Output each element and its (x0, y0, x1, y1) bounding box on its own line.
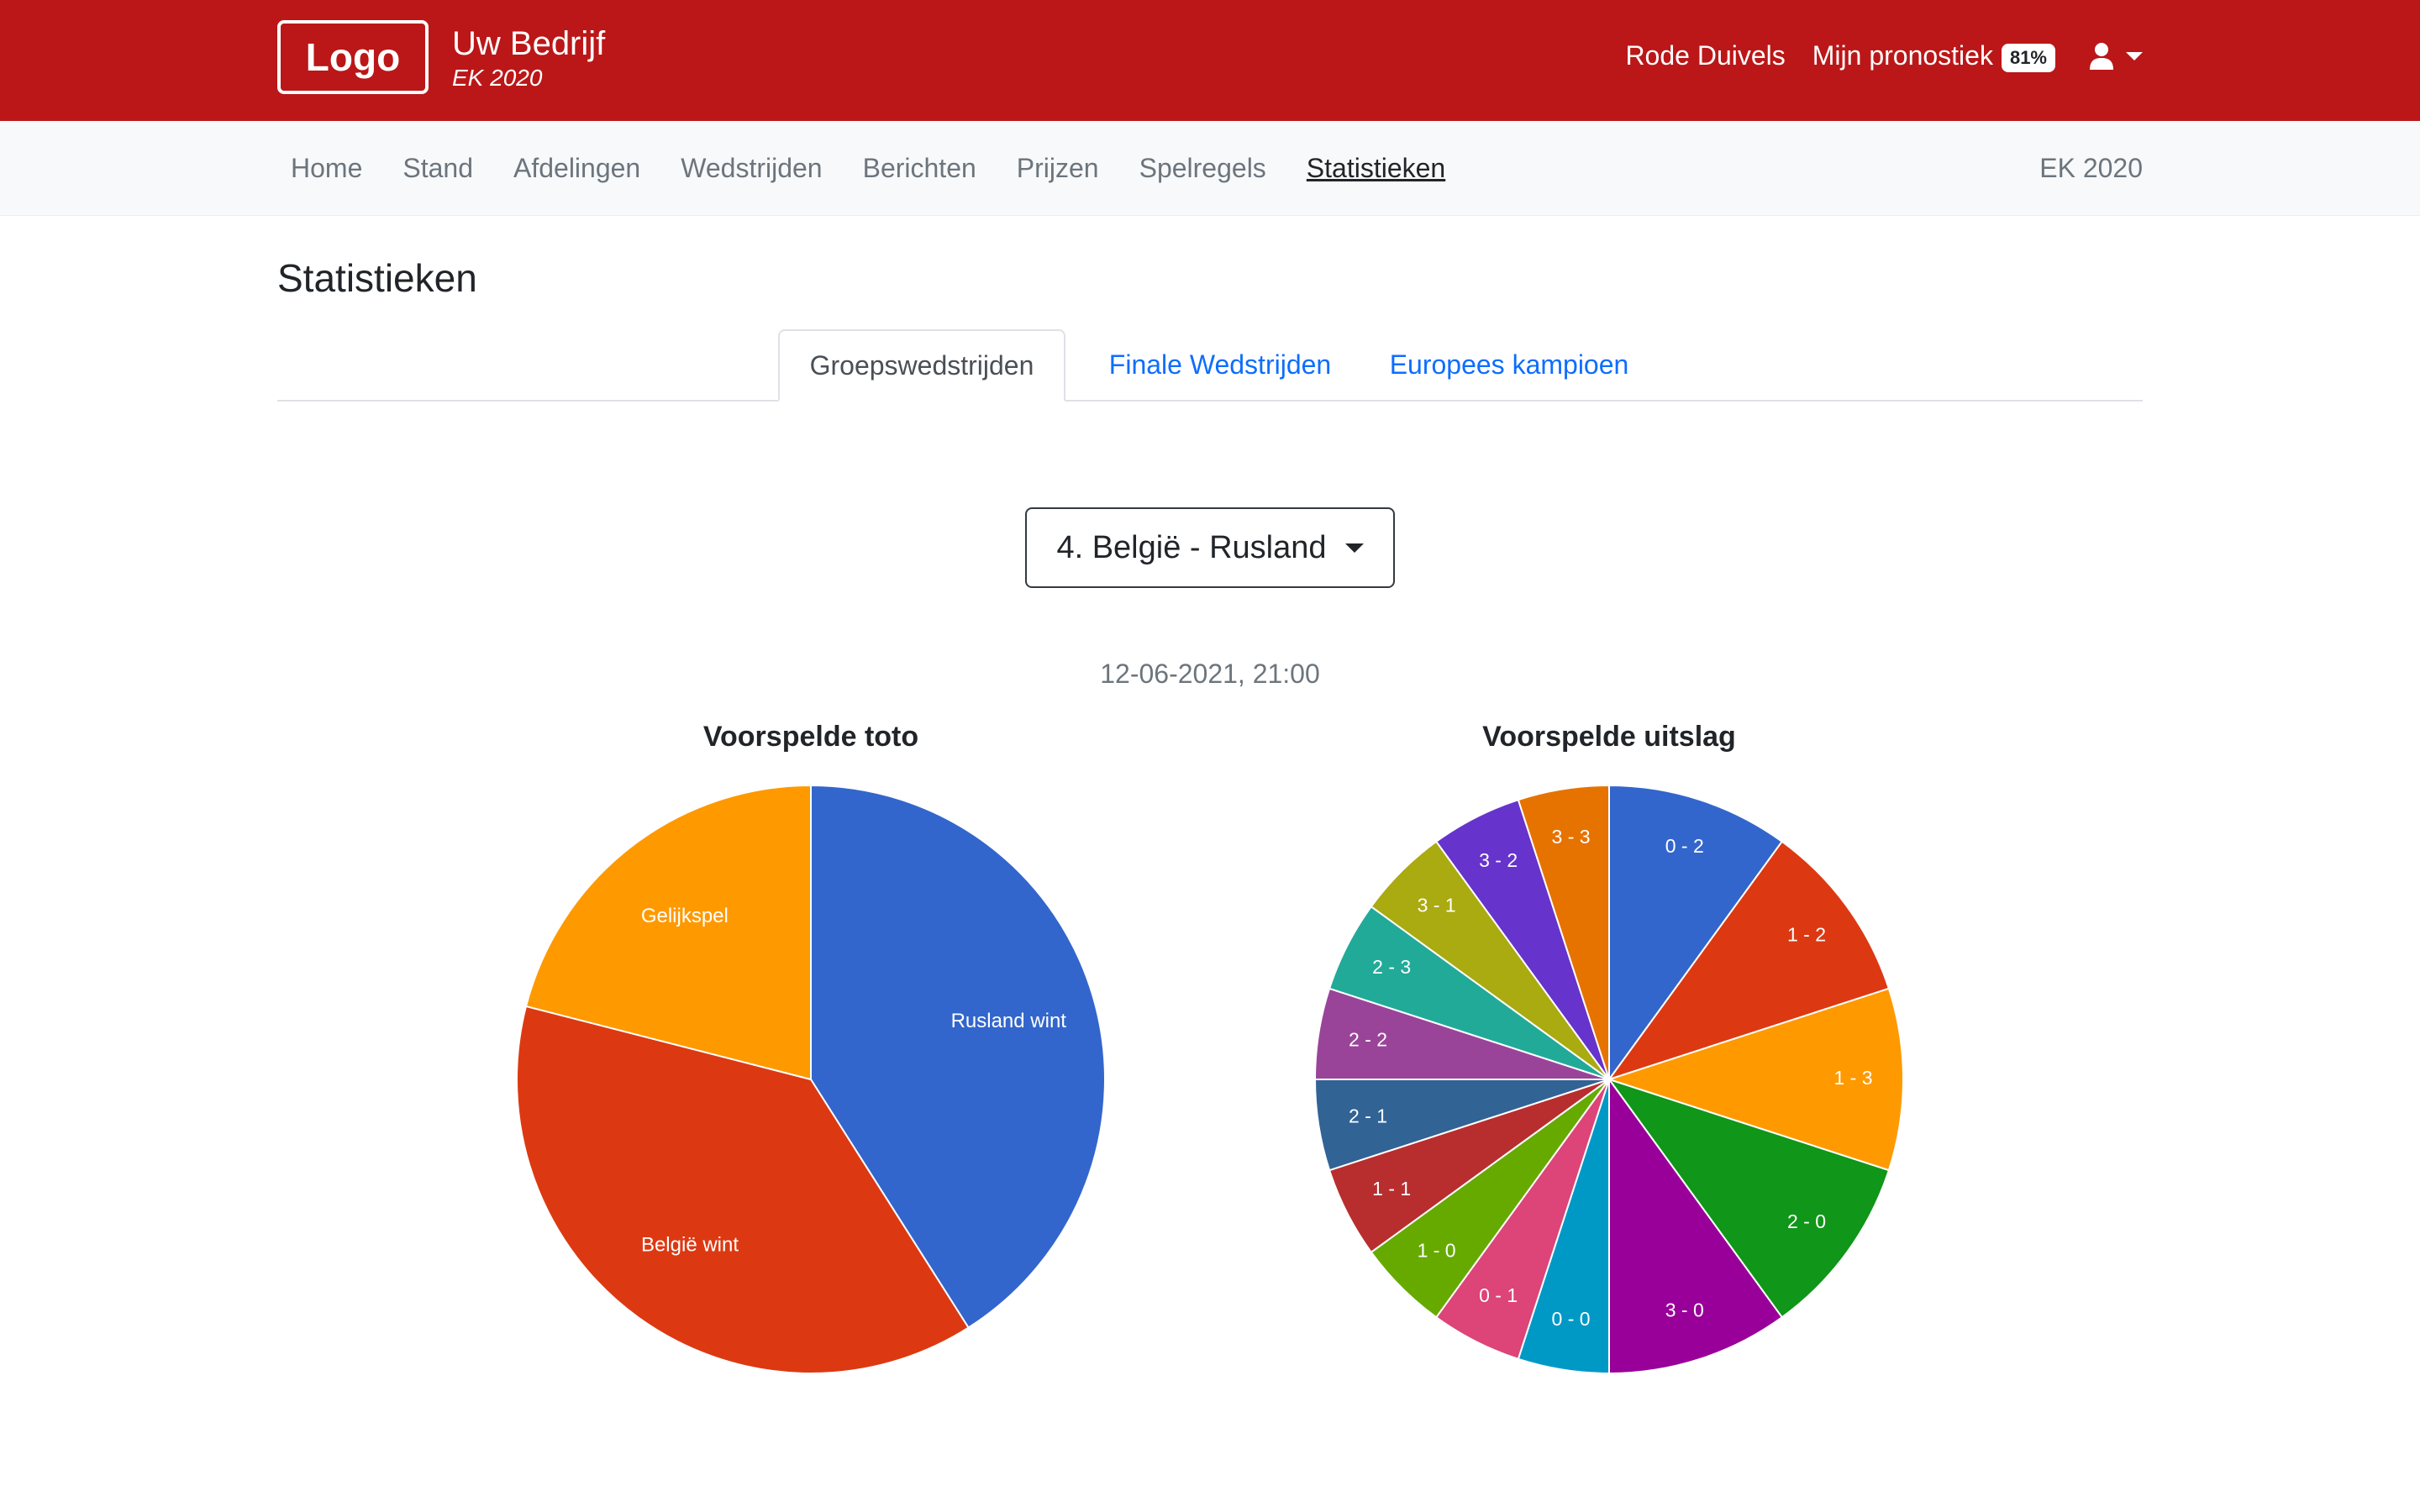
pie-slice-label: 0 - 0 (1552, 1308, 1591, 1330)
logo[interactable]: Logo (277, 20, 429, 94)
brand: Uw Bedrijf EK 2020 (452, 24, 605, 92)
pie-slice-label: 1 - 2 (1787, 923, 1826, 945)
top-header: Logo Uw Bedrijf EK 2020 Rode Duivels Mij… (0, 0, 2420, 121)
pie-slice-label: 3 - 3 (1552, 826, 1591, 848)
pie-slice-label: 1 - 0 (1418, 1239, 1456, 1261)
mijn-pronostiek-link[interactable]: Mijn pronostiek 81% (1812, 40, 2055, 72)
main-nav: Home Stand Afdelingen Wedstrijden Berich… (0, 121, 2420, 216)
pie-slice-label: Gelijkspel (641, 905, 729, 927)
chart-title-toto: Voorspelde toto (702, 721, 919, 753)
pronostiek-badge: 81% (2001, 43, 2055, 72)
nav-tournament-label: EK 2020 (2039, 152, 2143, 183)
nav-berichten[interactable]: Berichten (850, 153, 976, 184)
nav-afdelingen[interactable]: Afdelingen (500, 153, 640, 184)
nav-wedstrijden[interactable]: Wedstrijden (667, 153, 822, 184)
pie-slice-label: 2 - 1 (1349, 1105, 1387, 1127)
nav-stand[interactable]: Stand (389, 153, 473, 184)
pie-slice-label: 1 - 3 (1833, 1067, 1872, 1089)
pie-chart-uitslag: 0 - 2 1 - 2 1 - 3 2 - 0 3 - 0 0 - 0 0 - 1 1 - 0… (1313, 784, 1904, 1375)
nav-prijzen[interactable]: Prijzen (1003, 153, 1099, 184)
pie-slice-label: 1 - 1 (1372, 1178, 1411, 1200)
nav-home[interactable]: Home (277, 153, 362, 184)
nav-links: Home Stand Afdelingen Wedstrijden Berich… (277, 121, 1472, 215)
nav-statistieken[interactable]: Statistieken (1293, 153, 1445, 184)
pie-slice-label: 2 - 0 (1787, 1210, 1826, 1232)
tab-groepswedstrijden[interactable]: Groepswedstrijden (778, 329, 1065, 402)
pie-slice-label: 2 - 2 (1349, 1029, 1387, 1051)
tab-finale-wedstrijden[interactable]: Finale Wedstrijden (1077, 329, 1363, 400)
chevron-down-icon (2126, 51, 2143, 60)
pie-slice-label: 3 - 2 (1479, 849, 1518, 871)
nav-spelregels[interactable]: Spelregels (1126, 153, 1266, 184)
match-select-label: 4. België - Rusland (1056, 529, 1327, 565)
pie-slice-label: 2 - 3 (1372, 956, 1411, 978)
pie-slice-label: 3 - 0 (1665, 1299, 1704, 1320)
rode-duivels-link[interactable]: Rode Duivels (1625, 40, 1785, 71)
pie-slice-label: 0 - 2 (1665, 835, 1704, 857)
chevron-down-icon (1344, 543, 1364, 553)
pie-slice-label: 0 - 1 (1479, 1284, 1518, 1306)
page-title: Statistieken (277, 256, 477, 300)
pie-slice-label: 3 - 1 (1418, 895, 1456, 916)
mijn-pronostiek-label: Mijn pronostiek (1812, 40, 1993, 71)
pie-slice-label: Rusland wint (951, 1010, 1067, 1032)
logo-text: Logo (305, 35, 401, 79)
user-menu[interactable] (2089, 42, 2143, 71)
company-name: Uw Bedrijf (452, 25, 606, 62)
pie-slice-label: België wint (641, 1234, 739, 1257)
pie-chart-toto: Rusland wint België wint Gelijkspel (516, 784, 1106, 1374)
match-select[interactable]: 4. België - Rusland (1025, 507, 1395, 588)
tournament-name: EK 2020 (452, 65, 543, 91)
header-links: Rode Duivels Mijn pronostiek 81% (1598, 40, 2143, 72)
tab-europees-kampioen[interactable]: Europees kampioen (1366, 329, 1652, 400)
user-icon (2090, 42, 2113, 70)
stat-tabs: Groepswedstrijden Finale Wedstrijden Eur… (277, 329, 2143, 402)
chart-title-uitslag: Voorspelde uitslag (1482, 721, 1736, 753)
match-date: 12-06-2021, 21:00 (1100, 659, 1320, 689)
